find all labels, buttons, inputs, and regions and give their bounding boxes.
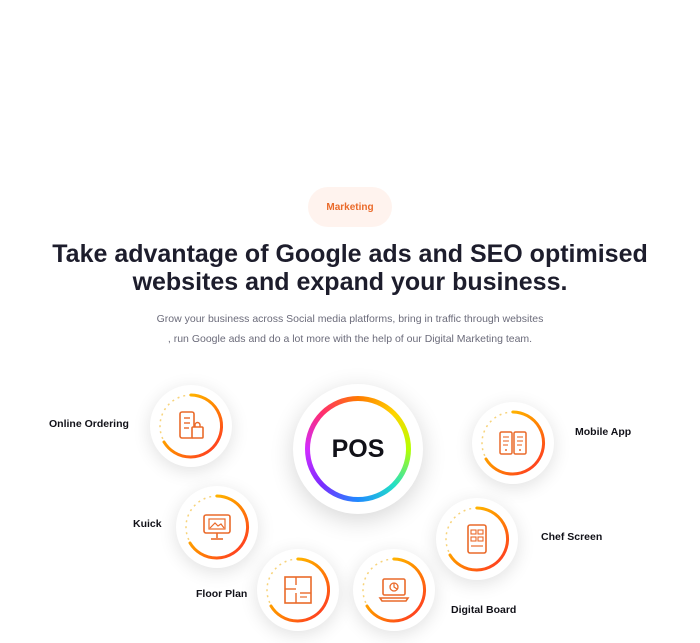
laptop-menu-icon	[378, 578, 410, 602]
label-mobile-app: Mobile App	[575, 426, 632, 438]
label-online-ordering: Online Ordering	[49, 418, 129, 430]
pos-label: POS	[310, 401, 406, 497]
label-floor-plan: Floor Plan	[196, 588, 248, 600]
label-chef-screen: Chef Screen	[541, 531, 603, 543]
pos-center-node: POS	[293, 384, 423, 514]
phone-shopping-bag-icon	[179, 411, 204, 439]
marketing-badge: Marketing	[308, 187, 392, 227]
label-digital-board: Digital Board	[451, 604, 517, 616]
section-subtitle: Grow your business across Social media p…	[130, 309, 570, 349]
section-subtitle-line-2: , run Google ads and do a lot more with …	[167, 333, 533, 345]
module-digital-board[interactable]	[353, 549, 435, 631]
mobile-app-icon	[499, 431, 527, 455]
tablet-order-icon	[467, 524, 487, 554]
module-online-ordering[interactable]	[150, 385, 232, 467]
section-subtitle-line-1: Grow your business across Social media p…	[156, 313, 544, 325]
pos-gradient-ring: POS	[305, 396, 411, 502]
module-chef-screen[interactable]	[436, 498, 518, 580]
floor-plan-icon	[284, 576, 312, 604]
section-title: Take advantage of Google ads and SEO opt…	[0, 240, 700, 296]
label-kuick: Kuick	[133, 518, 162, 530]
module-floor-plan[interactable]	[257, 549, 339, 631]
section-title-line-1: Take advantage of Google ads and SEO opt…	[52, 240, 648, 268]
marketing-badge-label: Marketing	[326, 201, 374, 213]
kiosk-monitor-icon	[203, 514, 231, 540]
section-title-line-2: websites and expand your business.	[132, 268, 568, 296]
module-mobile-app[interactable]	[472, 402, 554, 484]
module-kuick[interactable]	[176, 486, 258, 568]
